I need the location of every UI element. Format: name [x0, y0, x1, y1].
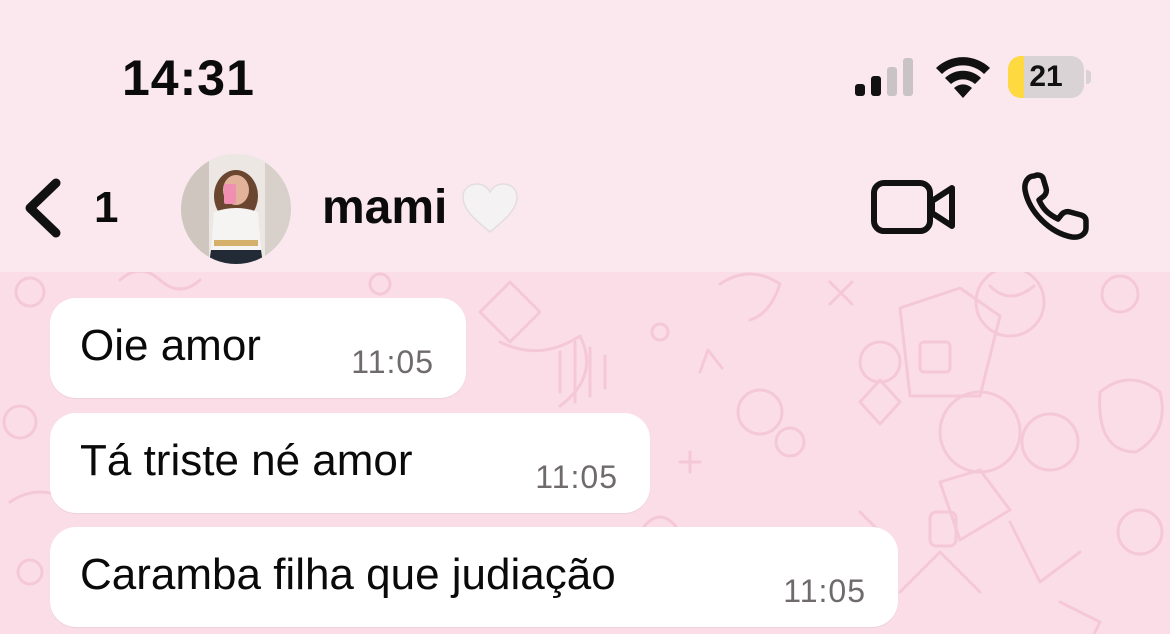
message-time: 11:05: [535, 459, 618, 495]
avatar[interactable]: [181, 154, 291, 264]
cellular-signal-icon: [855, 58, 913, 96]
battery-indicator: 21: [1008, 56, 1091, 98]
chat-header: 1 mami: [0, 150, 1170, 272]
contact-title[interactable]: mami: [322, 178, 519, 238]
white-heart-icon: [462, 183, 519, 233]
battery-level: 21: [1029, 60, 1063, 93]
message-text: Tá triste né amor: [80, 436, 413, 485]
battery-shell: 21: [1008, 56, 1084, 98]
message-bubble[interactable]: Caramba filha que judiação 11:05: [50, 527, 898, 627]
message-text: Oie amor: [80, 321, 261, 370]
back-button[interactable]: 1: [20, 172, 118, 244]
message-bubble[interactable]: Tá triste né amor 11:05: [50, 413, 650, 513]
message-time: 11:05: [351, 344, 434, 380]
contact-name: mami: [322, 181, 448, 234]
avatar-photo: [181, 154, 291, 264]
status-time: 14:31: [122, 50, 255, 106]
message-time: 11:05: [783, 573, 866, 609]
battery-tip: [1086, 70, 1091, 84]
status-bar: 14:31 21: [0, 0, 1170, 150]
message-text: Caramba filha que judiação: [80, 550, 616, 599]
chat-area[interactable]: Oie amor 11:05 Tá triste né amor 11:05 C…: [0, 272, 1170, 634]
phone-icon[interactable]: [1020, 172, 1090, 242]
message-bubble[interactable]: Oie amor 11:05: [50, 298, 466, 398]
wifi-icon: [936, 57, 990, 98]
chevron-left-icon: [25, 178, 61, 238]
video-camera-icon[interactable]: [870, 178, 956, 236]
unread-count: 1: [94, 183, 119, 232]
